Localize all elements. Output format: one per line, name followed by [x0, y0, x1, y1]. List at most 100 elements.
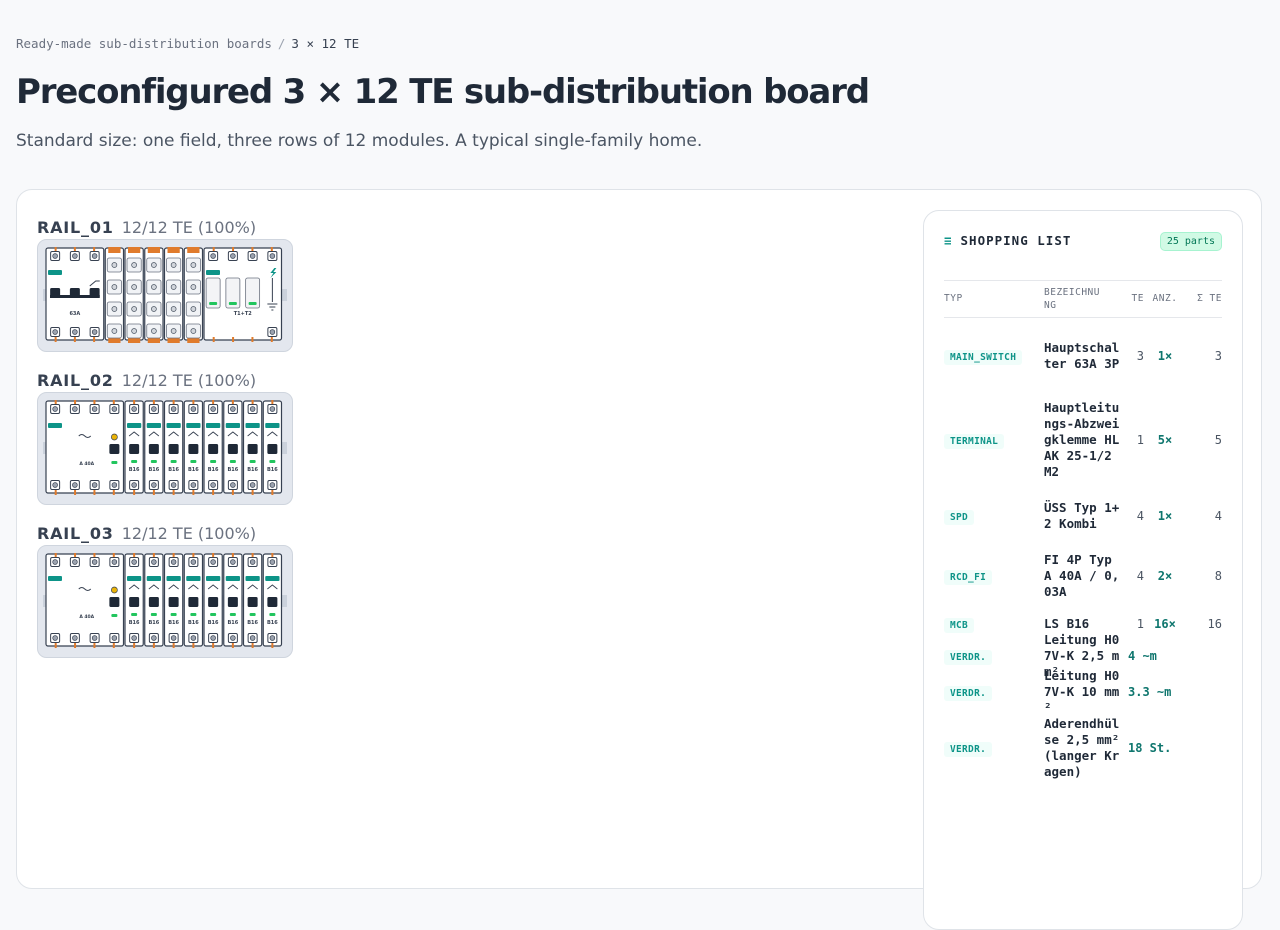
cell-te: 4: [1136, 569, 1144, 583]
wire-stub: [271, 643, 274, 648]
module-mcb: B16: [223, 400, 243, 495]
status-window: [190, 460, 197, 463]
toggle-handle: [208, 444, 219, 454]
screw-head: [170, 559, 177, 565]
toggle-handle: [109, 444, 120, 454]
table-row: TERMINAL Hauptleitungs-Abzweigklemme HLAK…: [944, 392, 1222, 488]
cell-type: VERDR.: [944, 685, 1044, 701]
cell-count: 5×: [1157, 433, 1173, 447]
screw-head: [269, 482, 276, 488]
screw-head: [72, 406, 78, 412]
toggle-handle: [168, 597, 179, 607]
module-spd: T1+T2: [203, 247, 283, 342]
screw-head: [91, 482, 98, 488]
status-window: [170, 460, 177, 463]
screw-head: [151, 482, 157, 488]
module-mcb: B16: [223, 553, 243, 648]
module-mcb: B16: [242, 400, 263, 495]
screw-head: [190, 406, 197, 412]
clamp-screw: [131, 284, 137, 290]
screw-head: [91, 406, 98, 412]
clamp-screw: [151, 262, 157, 268]
shopping-list-panel: ≡ SHOPPING LIST 25 parts TYP BEZEICHNUNG …: [923, 210, 1243, 930]
wire-stub: [212, 337, 215, 342]
table-row: VERDR. Leitung H07V-K 10 mm² 3.3 ~m: [944, 668, 1222, 715]
module-terminal: [183, 247, 204, 343]
status-window: [228, 302, 237, 305]
clamp-screw: [111, 306, 118, 312]
brand-label: [48, 576, 62, 581]
rcd-label: A 40A: [79, 461, 94, 467]
clamp-screw: [131, 328, 137, 334]
screw-head: [111, 559, 118, 565]
brand-label: [225, 423, 240, 428]
mcb-rating: B16: [129, 620, 140, 626]
mcb-rating: B16: [208, 467, 219, 473]
status-window: [111, 461, 118, 464]
feed-wire: [147, 247, 160, 253]
clamp-screw: [111, 262, 118, 268]
status-window: [209, 302, 218, 305]
screw-head: [131, 635, 137, 641]
toggle-handle: [267, 444, 278, 454]
brand-label: [245, 423, 260, 428]
cell-te: 1: [1136, 433, 1144, 447]
screw-head: [111, 635, 118, 641]
screw-head: [269, 559, 276, 565]
wire-stub: [74, 490, 77, 495]
shopping-list-title-text: SHOPPING LIST: [960, 233, 1072, 248]
brand-label: [245, 576, 260, 581]
feed-wire: [108, 247, 121, 253]
cell-designation: Leitung H07V-K 10 mm²: [1044, 668, 1120, 715]
screw-head: [210, 482, 216, 488]
mcb-rating: B16: [188, 620, 199, 626]
module-mcb: B16: [163, 553, 184, 648]
cell-designation: Hauptschalter 63A 3P: [1044, 340, 1120, 371]
rail-name: RAIL_02: [37, 371, 114, 390]
screw-head: [249, 635, 256, 641]
module-mcb: B16: [124, 553, 144, 648]
wire-stub: [251, 643, 254, 648]
screw-head: [190, 635, 197, 641]
breadcrumb-current: 3 × 12 TE: [291, 36, 360, 51]
status-window: [131, 613, 138, 616]
cell-type-tag: MCB: [944, 618, 975, 633]
toggle-handle: [109, 597, 120, 607]
screw-head: [111, 482, 118, 488]
module-main_switch: 63A: [45, 247, 105, 342]
page-subtitle: Standard size: one field, three rows of …: [16, 131, 703, 151]
wire-stub: [54, 490, 57, 495]
rail-diagram: A 40A B16 B16 B16 B16 B16 B16 B16 B16: [37, 392, 293, 505]
clamp-screw: [151, 306, 157, 312]
test-button: [111, 433, 118, 441]
cell-type-tag: TERMINAL: [944, 434, 1005, 449]
cell-designation: LS B16: [1044, 616, 1090, 631]
module-mcb: B16: [203, 400, 223, 495]
status-window: [111, 614, 118, 617]
rail-header: RAIL_01 12/12 TE (100%): [37, 218, 256, 237]
brand-label: [206, 576, 221, 581]
status-window: [170, 613, 177, 616]
toggle-handle: [188, 597, 199, 607]
wire-stub: [54, 337, 57, 342]
screw-head: [72, 329, 78, 335]
rail-header: RAIL_02 12/12 TE (100%): [37, 371, 256, 390]
table-row: VERDR. Aderendhülse 2,5 mm² (langer Krage…: [944, 712, 1222, 784]
cell-sum-te: 16: [1207, 617, 1222, 631]
cell-type: TERMINAL: [944, 433, 1044, 449]
brand-label: [265, 576, 280, 581]
screw-head: [72, 253, 78, 259]
cell-designation: Aderendhülse 2,5 mm² (langer Kragen): [1044, 716, 1120, 779]
brand-label: [225, 576, 240, 581]
table-row: MAIN_SWITCH Hauptschalter 63A 3P 3 1× 3: [944, 324, 1222, 388]
configurator-card: RAIL_01 12/12 TE (100%) 63A T1+T2 RAIL_02 1…: [16, 189, 1262, 930]
cell-quantity: 4 ~m: [1128, 649, 1157, 663]
screw-head: [52, 635, 58, 641]
mcb-rating: B16: [168, 467, 179, 473]
breadcrumb-parent-link[interactable]: Ready-made sub-distribution boards: [16, 36, 272, 51]
screw-head: [52, 329, 58, 335]
table-row: SPD ÜSS Typ 1+2 Kombi 4 1× 4: [944, 492, 1222, 540]
mcb-rating: B16: [168, 620, 179, 626]
status-window: [249, 613, 256, 616]
module-mcb: B16: [144, 553, 164, 648]
